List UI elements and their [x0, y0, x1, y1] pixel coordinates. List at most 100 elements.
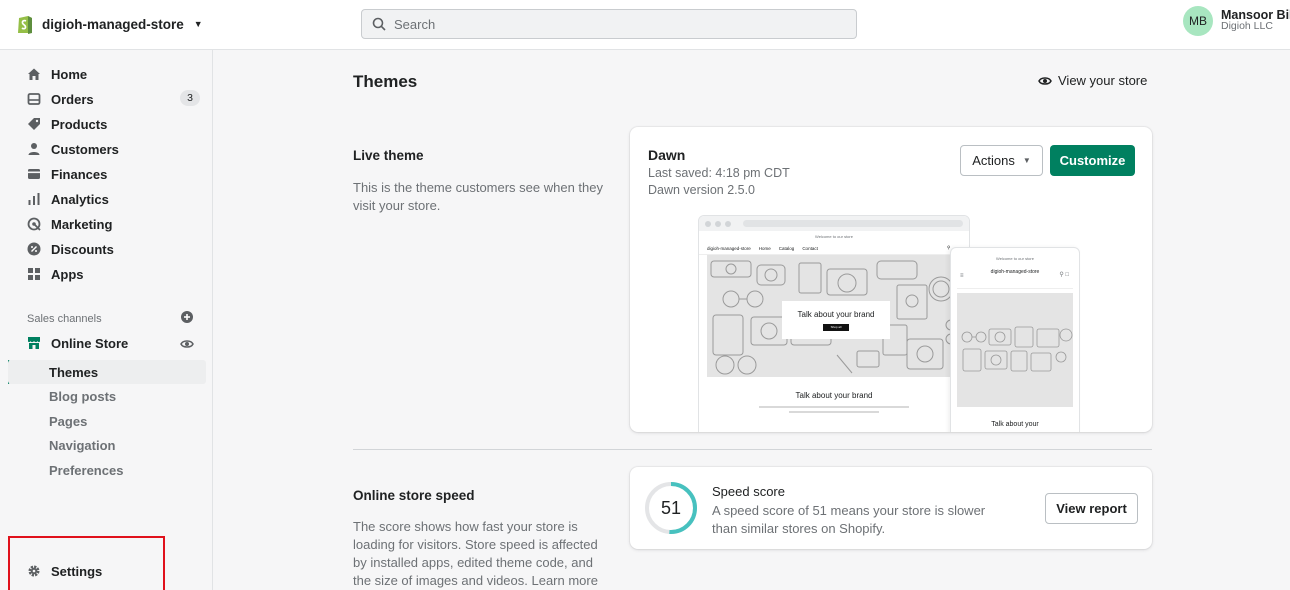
hero-heading: Talk about your brand [797, 309, 875, 319]
hero-content-box: Talk about your brand Shop all [782, 301, 890, 339]
preview-nav-link: Catalog [778, 245, 795, 251]
live-theme-description: This is the theme customers see when the… [353, 180, 604, 213]
actions-dropdown-button[interactable]: Actions ▼ [960, 145, 1043, 176]
sidebar-item-label: Orders [51, 91, 94, 107]
sidebar-item-settings[interactable]: Settings [8, 559, 206, 583]
orders-icon [27, 92, 41, 106]
sidebar-item-finances[interactable]: Finances [8, 162, 206, 186]
preview-nav-link: Home [758, 245, 771, 251]
user-org: Digioh LLC [1221, 20, 1273, 32]
shopify-logo-icon [18, 16, 32, 34]
sales-channels-label: Sales channels [27, 313, 102, 325]
sidebar-item-label: Products [51, 116, 108, 132]
desktop-theme-preview[interactable]: Welcome to our store digioh-managed-stor… [698, 215, 970, 432]
sidebar-item-label: Online Store [51, 335, 129, 351]
caret-down-icon: ▼ [193, 19, 203, 29]
online-store-speed-description: The score shows how fast your store is l… [353, 519, 598, 588]
sidebar-item-label: Navigation [49, 437, 116, 453]
theme-card: Dawn Last saved: 4:18 pm CDT Dawn versio… [630, 127, 1152, 432]
finances-icon [27, 167, 41, 181]
sidebar-item-label: Discounts [51, 241, 114, 257]
sidebar-item-apps[interactable]: Apps [8, 262, 206, 286]
sidebar: Home Orders 3 Products Customers Finance… [0, 50, 213, 590]
speed-score-label: Speed score [712, 484, 785, 499]
view-store-label: View your store [1058, 73, 1148, 88]
speed-score-description: A speed score of 51 means your store is … [712, 503, 986, 536]
sidebar-item-discounts[interactable]: Discounts [8, 237, 206, 261]
sidebar-item-label: Settings [51, 563, 103, 579]
customize-button[interactable]: Customize [1050, 145, 1135, 176]
section-divider [353, 449, 1152, 450]
speed-score-card: 51 Speed score A speed score of 51 means… [630, 467, 1152, 549]
view-store-link[interactable]: View your store [1038, 73, 1147, 88]
preview-nav-link: Contact [802, 245, 818, 251]
actions-label: Actions [972, 153, 1015, 168]
mobile-store-name: digioh-managed-store [990, 269, 1040, 275]
online-store-speed-title: Online store speed [353, 488, 475, 503]
theme-name: Dawn [648, 147, 686, 163]
eye-icon[interactable] [180, 337, 194, 351]
sidebar-item-pages[interactable]: Pages [8, 409, 206, 433]
store-name: digioh-managed-store [42, 16, 184, 32]
sidebar-item-products[interactable]: Products [8, 112, 206, 136]
sidebar-item-analytics[interactable]: Analytics [8, 187, 206, 211]
sidebar-item-label: Marketing [51, 216, 113, 232]
search-bar[interactable] [361, 9, 857, 39]
live-theme-title: Live theme [353, 148, 424, 163]
theme-last-saved: Last saved: 4:18 pm CDT [648, 166, 790, 180]
sidebar-item-label: Home [51, 66, 88, 82]
sidebar-item-themes[interactable]: Themes [8, 360, 206, 384]
view-report-button[interactable]: View report [1045, 493, 1138, 524]
preview-store-name: digioh-managed-store [707, 245, 751, 251]
apps-icon [27, 267, 41, 281]
menu-icon: ≡ [960, 273, 964, 279]
add-sales-channel-icon[interactable] [180, 310, 194, 324]
mobile-hero-illustration [961, 326, 1073, 372]
sidebar-item-online-store[interactable]: Online Store [8, 331, 206, 355]
preview-announcement: Welcome to our store [815, 234, 853, 239]
preview-nav: digioh-managed-store Home Catalog Contac… [699, 242, 969, 255]
analytics-icon [27, 192, 41, 206]
preview-hero-image: Talk about your brand Shop all [707, 255, 961, 377]
sidebar-item-label: Pages [49, 413, 88, 429]
sidebar-item-navigation[interactable]: Navigation [8, 433, 206, 457]
mobile-nav: ≡ digioh-managed-store ⚲ □ [957, 265, 1073, 289]
tag-icon [27, 117, 41, 131]
person-icon [27, 142, 41, 156]
mobile-announcement: Welcome to our store [996, 256, 1034, 261]
page-title: Themes [353, 72, 418, 91]
sidebar-item-label: Customers [51, 141, 119, 157]
browser-bar [699, 216, 969, 231]
gear-icon [27, 564, 41, 578]
theme-version: Dawn version 2.5.0 [648, 183, 756, 197]
mobile-section-heading: Talk about your [991, 421, 1039, 428]
mobile-theme-preview[interactable]: Welcome to our store ≡ digioh-managed-st… [950, 247, 1080, 432]
sidebar-item-blog-posts[interactable]: Blog posts [8, 384, 206, 408]
mobile-hero-image [957, 293, 1073, 407]
sidebar-item-customers[interactable]: Customers [8, 137, 206, 161]
sidebar-item-label: Themes [49, 364, 99, 380]
marketing-icon [27, 217, 41, 231]
sidebar-item-label: Analytics [51, 191, 109, 207]
search-icon [372, 17, 386, 31]
home-icon [27, 67, 41, 81]
preview-section-heading: Talk about your brand [795, 391, 873, 400]
eye-icon [1038, 76, 1052, 85]
sidebar-item-preferences[interactable]: Preferences [8, 458, 206, 482]
store-switcher[interactable]: digioh-managed-store ▼ [16, 13, 203, 35]
search-cart-icons: ⚲ □ [1059, 272, 1069, 278]
sidebar-item-label: Blog posts [49, 388, 117, 404]
sidebar-item-label: Preferences [49, 462, 124, 478]
sidebar-item-home[interactable]: Home [8, 62, 206, 86]
sidebar-item-label: Finances [51, 166, 108, 182]
orders-count-badge: 3 [180, 90, 200, 106]
sidebar-item-marketing[interactable]: Marketing [8, 212, 206, 236]
store-icon [27, 336, 41, 350]
search-input[interactable] [394, 16, 834, 32]
avatar: MB [1183, 6, 1213, 36]
user-menu[interactable]: MB Mansoor Bil Digioh LLC [1183, 6, 1290, 36]
top-bar: digioh-managed-store ▼ MB Mansoor Bil Di… [0, 0, 1290, 50]
speed-score-value: 51 [660, 497, 682, 518]
caret-down-icon: ▼ [1022, 156, 1031, 165]
sidebar-item-orders[interactable]: Orders 3 [8, 87, 206, 111]
